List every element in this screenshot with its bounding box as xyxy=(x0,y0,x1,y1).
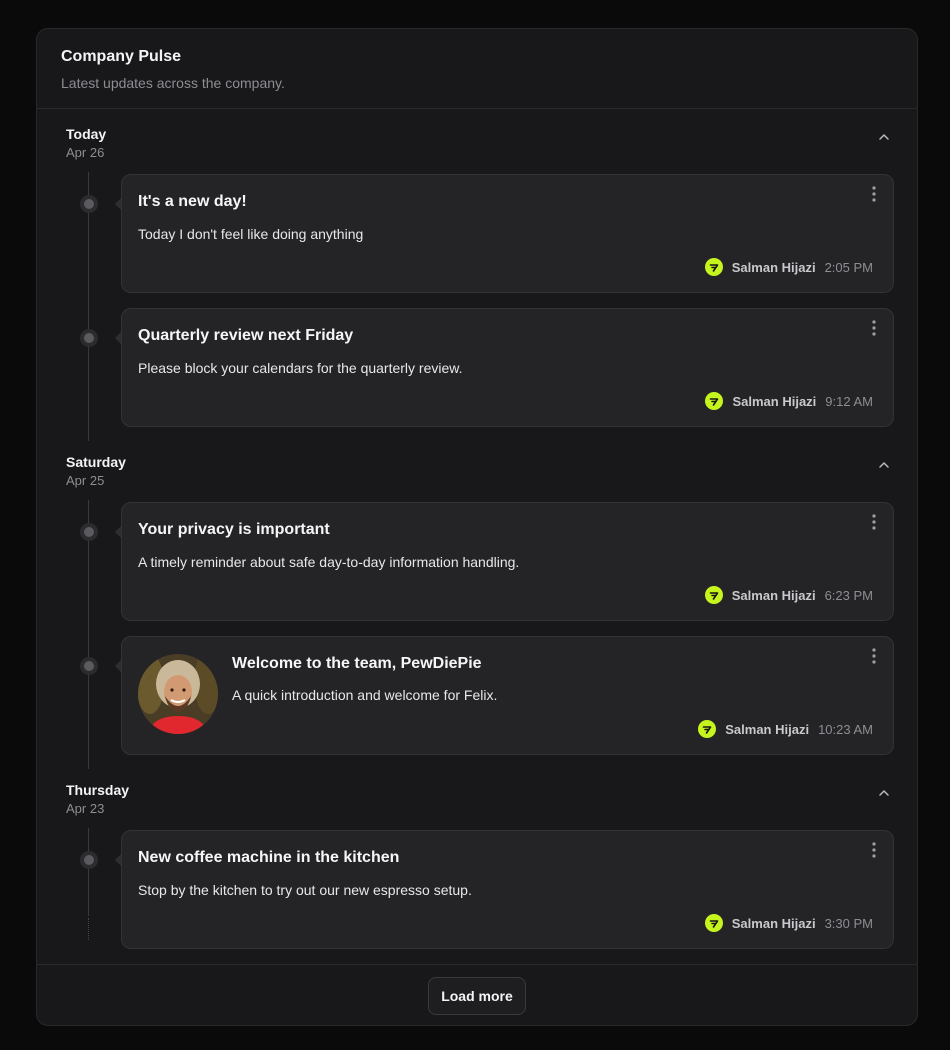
author-name[interactable]: Salman Hijazi xyxy=(732,588,816,603)
post-card[interactable]: Your privacy is important A timely remin… xyxy=(115,502,894,621)
timeline-node xyxy=(80,523,98,541)
post-meta: Salman Hijazi 9:12 AM xyxy=(705,392,873,410)
panel-footer: Load more xyxy=(37,964,917,1025)
chevron-up-icon xyxy=(879,462,889,468)
post-time: 10:23 AM xyxy=(818,721,873,737)
post-menu-button[interactable] xyxy=(867,513,881,531)
post-body: Please block your calendars for the quar… xyxy=(138,360,463,376)
person-portrait-icon xyxy=(138,654,218,734)
more-vertical-icon xyxy=(872,186,876,202)
panel-header: Company Pulse Latest updates across the … xyxy=(37,29,917,109)
day-group-heading: Today Apr 26 xyxy=(66,126,106,160)
brand-logo-icon xyxy=(709,592,719,600)
post-meta: Salman Hijazi 6:23 PM xyxy=(704,586,873,604)
post-menu-button[interactable] xyxy=(867,319,881,337)
post-body: A timely reminder about safe day-to-day … xyxy=(138,554,520,570)
timeline-node xyxy=(80,851,98,869)
timeline-node xyxy=(80,195,98,213)
post-card[interactable]: Quarterly review next Friday Please bloc… xyxy=(115,308,894,427)
post-title: Welcome to the team, PewDiePie xyxy=(232,655,482,672)
post-title: It's a new day! xyxy=(138,193,247,210)
post-body: Today I don't feel like doing anything xyxy=(138,226,364,242)
post-body: Stop by the kitchen to try out our new e… xyxy=(138,882,472,898)
post-card[interactable]: Welcome to the team, PewDiePie A quick i… xyxy=(115,636,894,755)
load-more-button[interactable]: Load more xyxy=(428,977,526,1015)
more-vertical-icon xyxy=(872,320,876,336)
author-name[interactable]: Salman Hijazi xyxy=(732,260,816,275)
group-day-label: Today xyxy=(66,126,107,142)
group-date-label: Apr 26 xyxy=(66,145,105,160)
post-body: A quick introduction and welcome for Fel… xyxy=(232,687,498,703)
author-avatar[interactable] xyxy=(698,720,717,738)
more-vertical-icon xyxy=(872,842,876,858)
post-card[interactable]: New coffee machine in the kitchen Stop b… xyxy=(115,830,894,949)
post-meta: Salman Hijazi 3:30 PM xyxy=(704,914,873,932)
page-subtitle: Latest updates across the company. xyxy=(61,75,285,91)
chevron-up-icon xyxy=(879,790,889,796)
group-day-label: Thursday xyxy=(66,782,130,798)
collapse-toggle-button[interactable] xyxy=(875,456,893,474)
collapse-toggle-button[interactable] xyxy=(875,784,893,802)
post-card[interactable]: It's a new day! Today I don't feel like … xyxy=(115,174,894,293)
group-date-label: Apr 25 xyxy=(66,473,105,488)
post-time: 2:05 PM xyxy=(824,259,873,275)
company-pulse-panel: Company Pulse Latest updates across the … xyxy=(36,28,918,1026)
group-date-label: Apr 23 xyxy=(66,801,105,816)
page-title: Company Pulse xyxy=(61,48,182,65)
author-avatar[interactable] xyxy=(704,914,723,932)
chevron-up-icon xyxy=(879,134,889,140)
day-group-heading: Thursday Apr 23 xyxy=(66,782,129,816)
author-avatar[interactable] xyxy=(704,586,723,604)
post-time: 3:30 PM xyxy=(824,915,873,931)
brand-logo-icon xyxy=(709,920,719,928)
author-name[interactable]: Salman Hijazi xyxy=(732,394,816,409)
post-title: Your privacy is important xyxy=(138,521,330,538)
brand-logo-icon xyxy=(710,398,719,406)
post-meta: Salman Hijazi 10:23 AM xyxy=(698,720,873,738)
post-time: 9:12 AM xyxy=(825,393,873,409)
day-group-thursday: Thursday Apr 23 New coffee machine in th… xyxy=(37,782,917,964)
timeline-continuation xyxy=(88,918,89,940)
post-title: New coffee machine in the kitchen xyxy=(138,849,400,866)
brand-logo-icon xyxy=(702,726,712,734)
brand-logo-icon xyxy=(709,264,719,272)
author-avatar[interactable] xyxy=(705,392,724,410)
day-group-saturday: Saturday Apr 25 Your privacy is importan… xyxy=(37,454,917,794)
group-day-label: Saturday xyxy=(66,454,126,470)
timeline-node xyxy=(80,657,98,675)
post-menu-button[interactable] xyxy=(867,841,881,859)
post-time: 6:23 PM xyxy=(824,587,873,603)
more-vertical-icon xyxy=(872,514,876,530)
timeline-line xyxy=(88,828,89,916)
day-group-heading: Saturday Apr 25 xyxy=(66,454,126,488)
author-name[interactable]: Salman Hijazi xyxy=(725,722,809,737)
post-menu-button[interactable] xyxy=(867,647,881,665)
more-vertical-icon xyxy=(872,648,876,664)
collapse-toggle-button[interactable] xyxy=(875,128,893,146)
day-group-today: Today Apr 26 It's a new day! Today I don… xyxy=(37,126,917,466)
author-avatar[interactable] xyxy=(704,258,723,276)
author-name[interactable]: Salman Hijazi xyxy=(732,916,816,931)
post-title: Quarterly review next Friday xyxy=(138,327,354,344)
post-menu-button[interactable] xyxy=(867,185,881,203)
member-photo xyxy=(138,654,218,734)
timeline-node xyxy=(80,329,98,347)
post-meta: Salman Hijazi 2:05 PM xyxy=(704,258,873,276)
